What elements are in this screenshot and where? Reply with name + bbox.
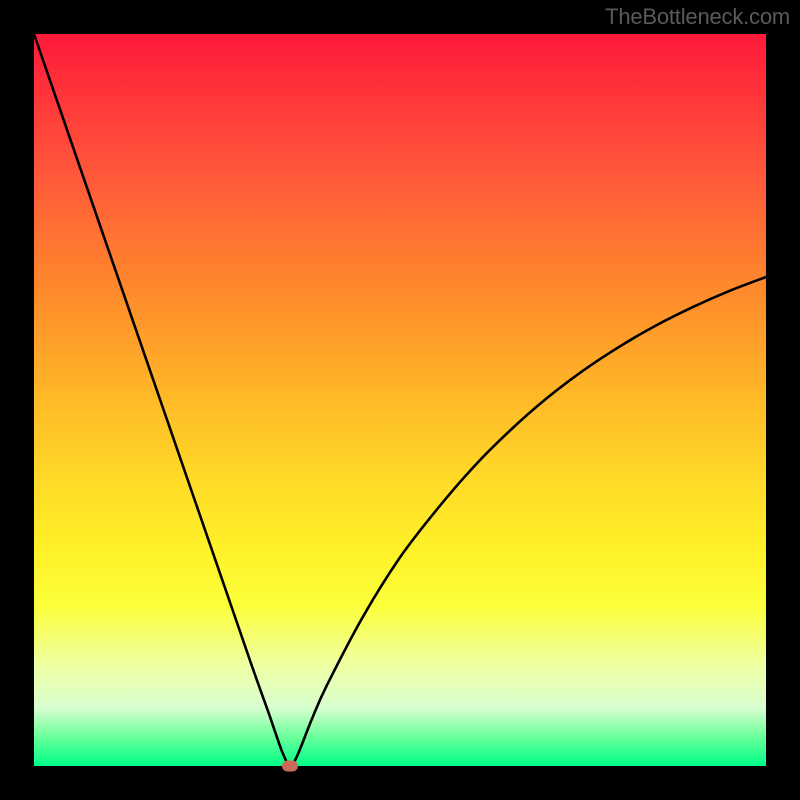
bottleneck-curve bbox=[34, 34, 766, 766]
watermark-text: TheBottleneck.com bbox=[605, 4, 790, 30]
chart-plot-area bbox=[34, 34, 766, 766]
minimum-marker bbox=[282, 761, 298, 772]
